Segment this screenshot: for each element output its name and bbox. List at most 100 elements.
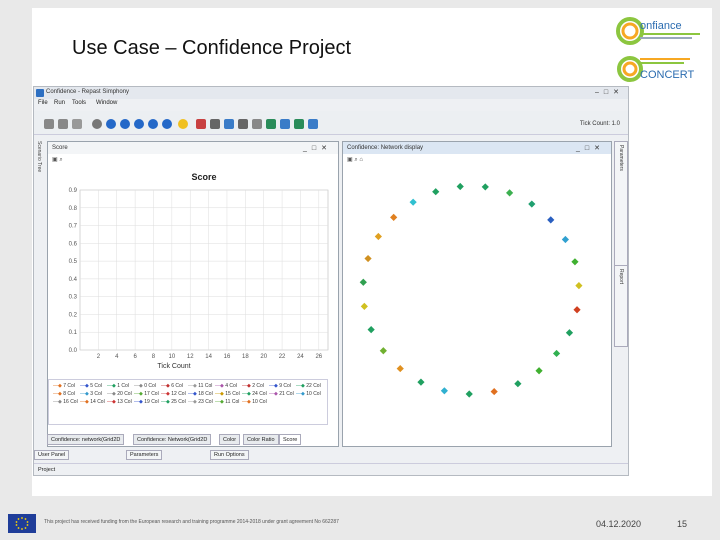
network-panel-title: Confidence: Network display [347, 145, 424, 151]
legend-entry: —◆ 19 Col [134, 399, 159, 405]
tab-color-ratio[interactable]: Color Ratio [243, 434, 279, 445]
parameters-side-label: Parameters [618, 145, 624, 171]
y-tick-label: 0.1 [69, 330, 78, 336]
minimize-icon[interactable]: – [595, 89, 604, 96]
print-icon[interactable] [72, 119, 82, 129]
network-node [505, 189, 514, 197]
report-side-label: Report [618, 269, 624, 285]
network-display [359, 182, 583, 398]
play-icon[interactable] [106, 119, 116, 129]
legend-entry: —◆ 13 Col [107, 399, 132, 405]
x-tick-label: 10 [169, 354, 176, 360]
chart-title: Score [191, 172, 216, 182]
network-node [535, 367, 543, 375]
close-icon[interactable]: ✕ [613, 89, 624, 96]
tool-icon-2[interactable] [210, 119, 220, 129]
save-chart-icon[interactable]: ▣ [52, 157, 58, 163]
legend-entry: —◆ 9 Col [269, 383, 291, 389]
network-node [396, 364, 404, 373]
network-node [367, 326, 375, 334]
score-chart: Score0.00.10.20.30.40.50.60.70.80.92 4 6 8 1… [69, 172, 329, 370]
network-node [490, 387, 498, 396]
close-icon[interactable]: ✕ [321, 145, 332, 152]
network-node [573, 306, 581, 314]
tab-network-grid2d-b[interactable]: Confidence: Network(Grid2D [133, 434, 212, 445]
network-node [417, 378, 425, 386]
y-tick-label: 0.6 [69, 241, 78, 247]
zoom-icon[interactable]: ⌕ [354, 157, 357, 163]
tool-icon-3[interactable] [224, 119, 234, 129]
tab-color[interactable]: Color [219, 434, 241, 445]
funding-notice: This project has received funding from t… [44, 519, 339, 525]
network-node [379, 347, 387, 355]
score-panel-tools: ▣ ⌕ [52, 156, 63, 164]
score-panel-header: Score _□✕ [48, 142, 338, 154]
concert-logo-text: CONCERT [640, 69, 694, 81]
network-node [456, 182, 464, 191]
save-image-icon[interactable]: ▣ [347, 157, 353, 163]
network-node [528, 200, 536, 208]
slide: Use Case – Confidence Project onfiance C… [0, 0, 720, 540]
network-node [575, 282, 583, 290]
menu-window[interactable]: Window [96, 100, 117, 106]
legend-entry: —◆ 10 Col [296, 391, 321, 397]
menubar: File Run Tools Window [34, 99, 628, 109]
report-side-tab[interactable]: Report [614, 265, 628, 347]
slide-footer: This project has received funding from t… [0, 505, 720, 540]
tab-network-grid2d-a[interactable]: Confidence: network(Grid2D [47, 434, 125, 445]
slide-title: Use Case – Confidence Project [72, 37, 352, 59]
minimize-icon[interactable]: _ [303, 145, 312, 152]
legend-entry: —◆ 5 Col [80, 383, 102, 389]
menu-tools[interactable]: Tools [72, 100, 86, 106]
tool-icon-5[interactable] [252, 119, 262, 129]
tab-score[interactable]: Score [279, 434, 302, 445]
zoom-icon[interactable]: ⌕ [59, 157, 62, 163]
scenario-tree-label: Scenario Tree [36, 141, 42, 173]
tool-icon-4[interactable] [238, 119, 248, 129]
save-all-icon[interactable] [58, 119, 68, 129]
menu-run[interactable]: Run [54, 100, 65, 106]
network-node [547, 216, 555, 224]
menu-file[interactable]: File [38, 100, 48, 106]
network-node [552, 349, 561, 358]
legend-entry: —◆ 8 Col [53, 391, 75, 397]
maximize-icon[interactable]: □ [312, 145, 321, 152]
stop-icon[interactable] [148, 119, 158, 129]
y-tick-label: 0.0 [69, 348, 78, 354]
scenario-tree-tab[interactable]: Scenario Tree [34, 139, 46, 239]
network-node [465, 390, 473, 398]
init-icon[interactable] [92, 119, 102, 129]
y-tick-label: 0.8 [69, 206, 78, 212]
reset-icon[interactable] [162, 119, 172, 129]
x-tick-label: 12 [187, 354, 194, 360]
network-node [561, 235, 570, 244]
maximize-icon[interactable]: □ [604, 89, 613, 96]
tool-icon-8[interactable] [294, 119, 304, 129]
legend-entry: —◆ 18 Col [188, 391, 213, 397]
tool-icon-6[interactable] [266, 119, 276, 129]
y-tick-label: 0.9 [69, 188, 78, 194]
network-node [432, 188, 440, 196]
save-icon[interactable] [44, 119, 54, 129]
window-title: Confidence - Repast Simphony [46, 89, 130, 95]
tool-icon-7[interactable] [280, 119, 290, 129]
minimize-icon[interactable]: _ [576, 145, 585, 152]
x-tick-label: 14 [205, 354, 212, 360]
home-icon[interactable]: ⌂ [359, 157, 363, 163]
x-tick-label: 4 [115, 354, 119, 360]
panel-controls: _□✕ [303, 144, 332, 152]
bulb-icon[interactable] [178, 119, 188, 129]
step-icon[interactable] [120, 119, 130, 129]
network-node [359, 278, 367, 286]
parameters-tab[interactable]: Parameters [126, 450, 163, 460]
legend-entry: —◆ 25 Col [161, 399, 186, 405]
eu-flag-icon [8, 514, 36, 533]
run-options-tab[interactable]: Run Options [210, 450, 249, 460]
user-panel-tab[interactable]: User Panel [34, 450, 70, 460]
close-icon[interactable]: ✕ [594, 145, 605, 152]
pause-icon[interactable] [134, 119, 144, 129]
legend-entry: —◆ 15 Col [215, 391, 240, 397]
maximize-icon[interactable]: □ [585, 145, 594, 152]
tool-icon-9[interactable] [308, 119, 318, 129]
tool-icon-1[interactable] [196, 119, 206, 129]
